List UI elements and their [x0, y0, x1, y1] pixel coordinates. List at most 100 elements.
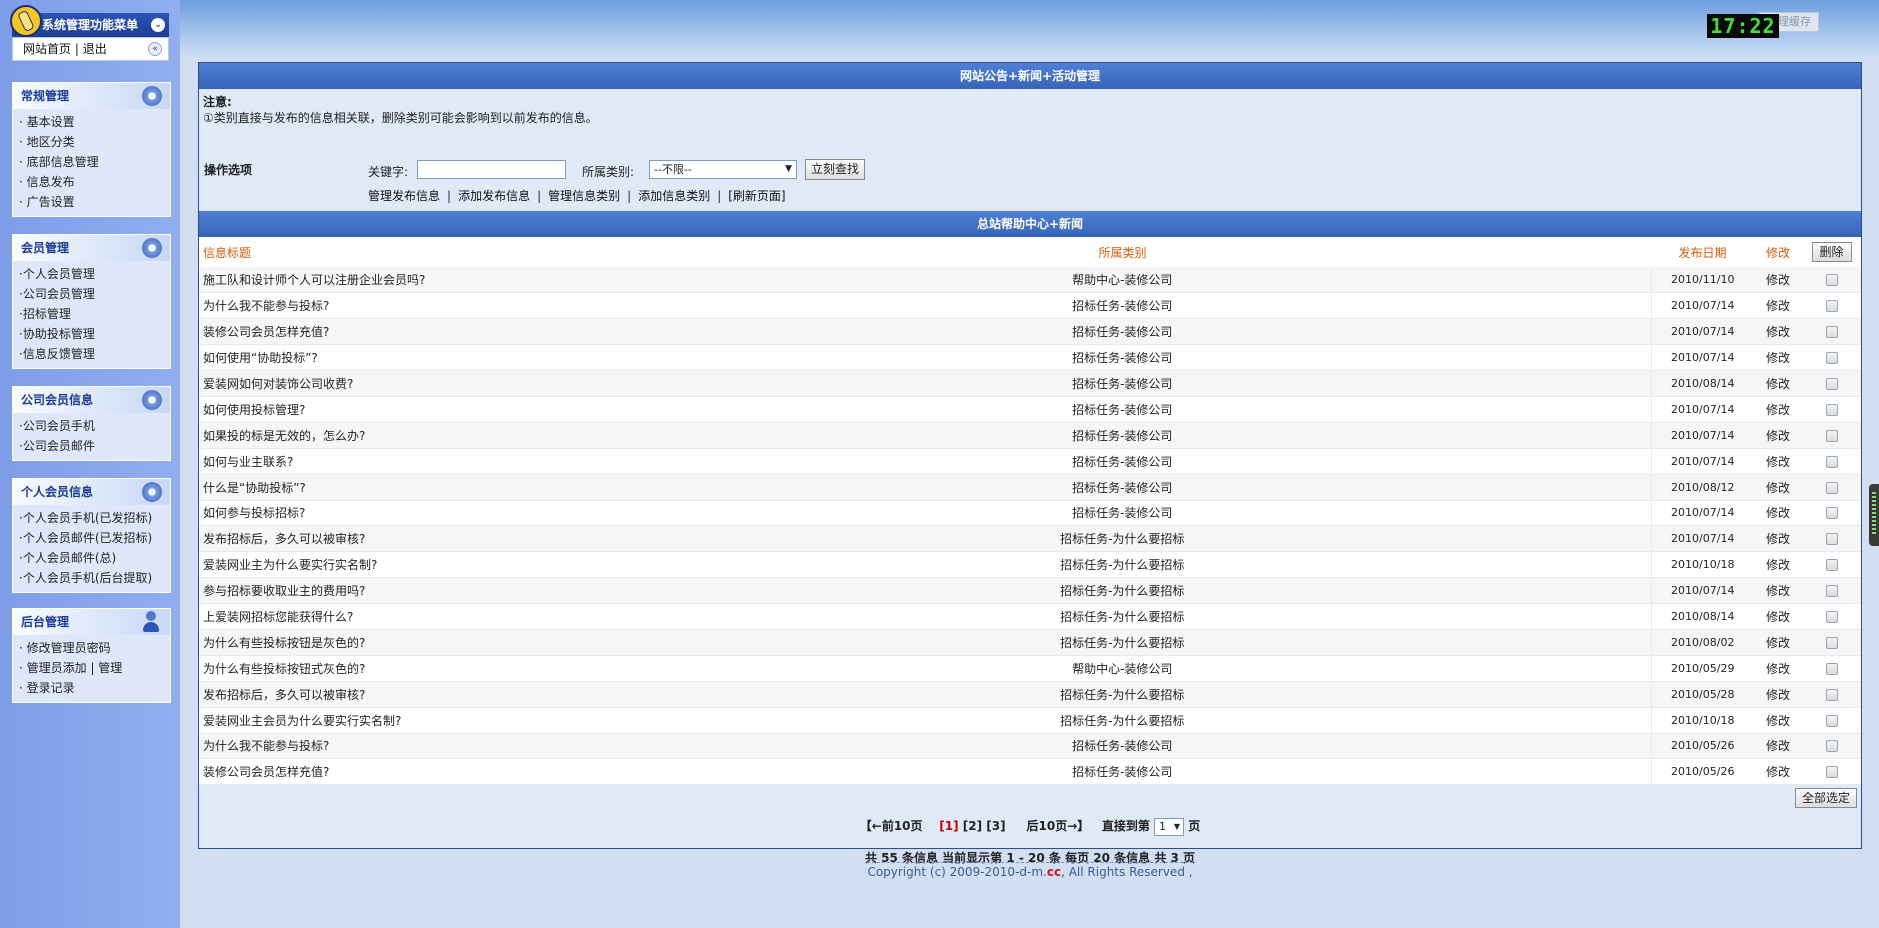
row-edit-link[interactable]: 修改	[1754, 500, 1802, 527]
row-edit-link[interactable]: 修改	[1754, 525, 1802, 553]
row-checkbox[interactable]	[1825, 714, 1838, 727]
row-checkbox[interactable]	[1825, 662, 1838, 675]
row-title[interactable]: 爱装网业主会员为什么要实行实名制?	[199, 707, 594, 734]
row-title[interactable]: 发布招标后，多久可以被审核?	[199, 525, 594, 553]
row-checkbox[interactable]	[1825, 403, 1838, 416]
row-checkbox[interactable]	[1825, 300, 1838, 313]
menu-item-personal-phone-extract[interactable]: ·个人会员手机(后台提取)	[19, 568, 170, 588]
page-link-1[interactable]: [1]	[939, 819, 958, 833]
row-edit-link[interactable]: 修改	[1754, 655, 1802, 682]
page-link-3[interactable]: [3]	[986, 819, 1005, 833]
menu-item-region-category[interactable]: · 地区分类	[19, 132, 170, 152]
row-title[interactable]: 发布招标后，多久可以被审核?	[199, 681, 594, 708]
menu-header-company-info[interactable]: 公司会员信息	[13, 387, 170, 413]
row-edit-link[interactable]: 修改	[1754, 448, 1802, 475]
row-edit-link[interactable]: 修改	[1754, 474, 1802, 501]
row-title[interactable]: 施工队和设计师个人可以注册企业会员吗?	[199, 267, 594, 294]
menu-item-assist-bid[interactable]: ·协助投标管理	[19, 324, 170, 344]
row-title[interactable]: 为什么有些投标按钮式灰色的?	[199, 655, 594, 682]
prev-10-pages[interactable]: 【←前10页	[860, 819, 923, 833]
row-edit-link[interactable]: 修改	[1754, 577, 1802, 605]
row-title[interactable]: 如何使用“协助投标”?	[199, 344, 594, 372]
row-title[interactable]: 为什么我不能参与投标?	[199, 292, 594, 320]
keyword-input[interactable]	[417, 160, 566, 179]
menu-item-footer-info[interactable]: · 底部信息管理	[19, 152, 170, 172]
row-title[interactable]: 爱装网业主为什么要实行实名制?	[199, 551, 594, 579]
row-title[interactable]: 什么是“协助投标”?	[199, 474, 594, 501]
row-checkbox[interactable]	[1825, 274, 1838, 287]
link-add-post[interactable]: 添加发布信息	[458, 189, 530, 203]
row-edit-link[interactable]: 修改	[1754, 344, 1802, 372]
row-edit-link[interactable]: 修改	[1754, 396, 1802, 423]
row-checkbox[interactable]	[1825, 507, 1838, 520]
link-manage-categories[interactable]: 管理信息类别	[548, 189, 620, 203]
menu-item-tender-management[interactable]: ·招标管理	[19, 304, 170, 324]
menu-item-change-password[interactable]: · 修改管理员密码	[19, 638, 170, 658]
menu-header-members[interactable]: 会员管理	[13, 235, 170, 261]
row-title[interactable]: 参与招标要收取业主的费用吗?	[199, 577, 594, 605]
row-title[interactable]: 如何参与投标招标?	[199, 500, 594, 527]
home-link[interactable]: 网站首页	[23, 42, 71, 56]
page-link-2[interactable]: [2]	[963, 819, 982, 833]
row-title[interactable]: 上爱装网招标您能获得什么?	[199, 603, 594, 630]
row-checkbox[interactable]	[1825, 533, 1838, 546]
row-checkbox[interactable]	[1825, 611, 1838, 624]
row-title[interactable]: 如果投的标是无效的，怎么办?	[199, 422, 594, 449]
row-edit-link[interactable]: 修改	[1754, 267, 1802, 294]
delete-button[interactable]: 删除	[1811, 242, 1852, 262]
row-edit-link[interactable]: 修改	[1754, 551, 1802, 579]
link-manage-posts[interactable]: 管理发布信息	[368, 189, 440, 203]
chevron-down-icon[interactable]: ⌄	[151, 18, 165, 32]
row-edit-link[interactable]: 修改	[1754, 292, 1802, 320]
row-edit-link[interactable]: 修改	[1754, 603, 1802, 630]
menu-item-personal-email-tender[interactable]: ·个人会员邮件(已发招标)	[19, 528, 170, 548]
menu-item-feedback[interactable]: ·信息反馈管理	[19, 344, 170, 364]
search-button[interactable]: 立刻查找	[805, 159, 865, 180]
row-edit-link[interactable]: 修改	[1754, 318, 1802, 346]
row-checkbox[interactable]	[1825, 766, 1838, 779]
row-title[interactable]: 为什么我不能参与投标?	[199, 733, 594, 760]
row-title[interactable]: 如何使用投标管理?	[199, 396, 594, 423]
menu-item-admin-manage[interactable]: · 管理员添加 | 管理	[19, 658, 170, 678]
collapse-sidebar-icon[interactable]: «	[148, 42, 162, 56]
menu-item-login-log[interactable]: · 登录记录	[19, 678, 170, 698]
row-checkbox[interactable]	[1825, 378, 1838, 390]
row-checkbox[interactable]	[1825, 740, 1838, 753]
menu-item-ad-settings[interactable]: · 广告设置	[19, 192, 170, 212]
row-checkbox[interactable]	[1825, 636, 1838, 649]
row-title[interactable]: 为什么有些投标按钮是灰色的?	[199, 629, 594, 656]
row-edit-link[interactable]: 修改	[1754, 707, 1802, 734]
menu-item-company-members[interactable]: ·公司会员管理	[19, 284, 170, 304]
menu-item-company-email[interactable]: ·公司会员邮件	[19, 436, 170, 456]
row-edit-link[interactable]: 修改	[1754, 422, 1802, 449]
menu-item-personal-phone-tender[interactable]: ·个人会员手机(已发招标)	[19, 508, 170, 528]
menu-item-publish-info[interactable]: · 信息发布	[19, 172, 170, 192]
page-jump-select[interactable]: 1 ▼	[1154, 817, 1185, 836]
row-edit-link[interactable]: 修改	[1754, 629, 1802, 656]
menu-item-personal-email-all[interactable]: ·个人会员邮件(总)	[19, 548, 170, 568]
menu-item-company-phone[interactable]: ·公司会员手机	[19, 416, 170, 436]
row-edit-link[interactable]: 修改	[1754, 733, 1802, 760]
menu-header-general[interactable]: 常规管理	[13, 83, 170, 109]
row-checkbox[interactable]	[1825, 352, 1838, 365]
row-edit-link[interactable]: 修改	[1754, 370, 1802, 397]
row-title[interactable]: 爱装网如何对装饰公司收费?	[199, 370, 594, 397]
row-edit-link[interactable]: 修改	[1754, 758, 1802, 786]
link-refresh[interactable]: [刷新页面]	[728, 189, 785, 203]
row-checkbox[interactable]	[1825, 429, 1838, 442]
link-add-category[interactable]: 添加信息类别	[638, 189, 710, 203]
row-checkbox[interactable]	[1825, 455, 1838, 468]
menu-item-basic-settings[interactable]: · 基本设置	[19, 112, 170, 132]
select-all-button[interactable]: 全部选定	[1795, 788, 1857, 809]
next-10-pages[interactable]: 后10页→】	[1027, 819, 1090, 833]
menu-item-personal-members[interactable]: ·个人会员管理	[19, 264, 170, 284]
row-checkbox[interactable]	[1825, 585, 1838, 598]
row-title[interactable]: 如何与业主联系?	[199, 448, 594, 475]
logout-link[interactable]: 退出	[83, 42, 107, 56]
menu-header-admin[interactable]: 后台管理	[13, 609, 170, 635]
row-title[interactable]: 装修公司会员怎样充值?	[199, 758, 594, 786]
category-select[interactable]: --不限-- ▼	[649, 160, 797, 179]
row-checkbox[interactable]	[1825, 326, 1838, 339]
row-checkbox[interactable]	[1825, 688, 1838, 701]
side-handle[interactable]	[1869, 484, 1879, 546]
